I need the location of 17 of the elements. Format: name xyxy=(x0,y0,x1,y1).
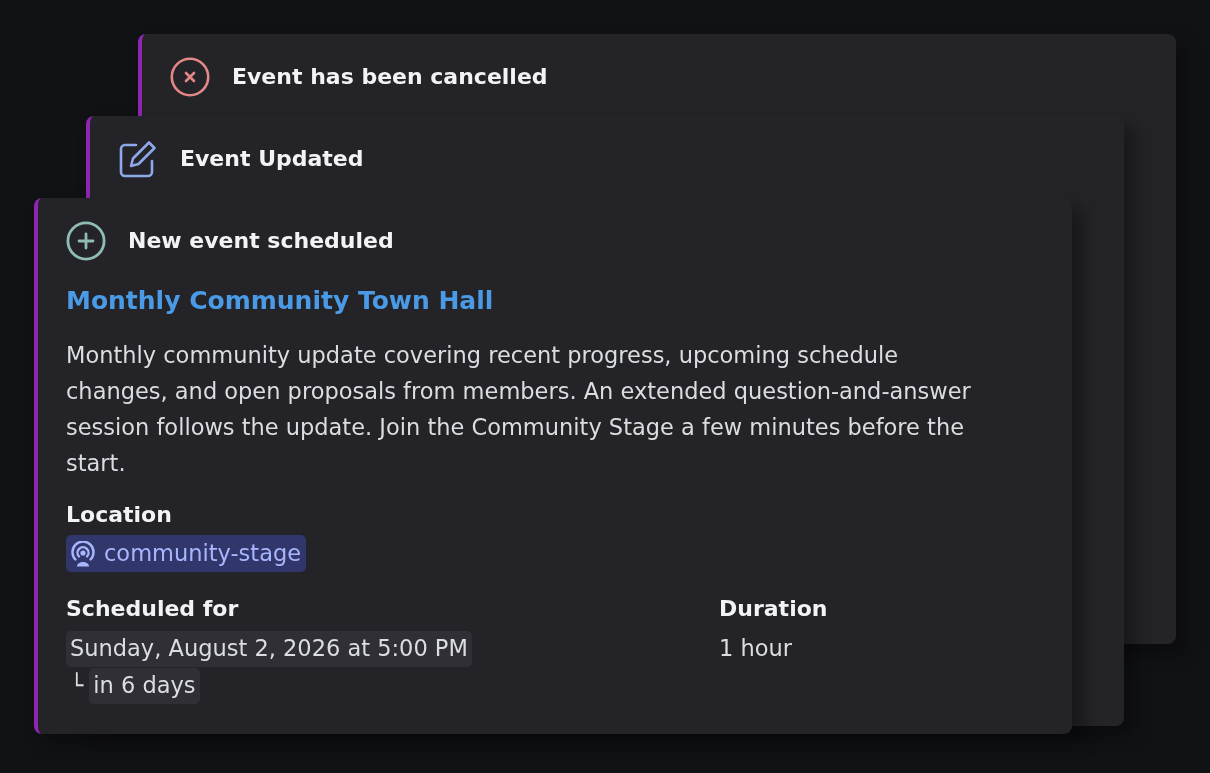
duration-label: Duration xyxy=(719,595,828,623)
channel-mention-link[interactable]: community-stage xyxy=(66,535,307,572)
location-label: Location xyxy=(66,501,172,529)
stage-channel-icon xyxy=(70,540,96,567)
plus-circle-icon xyxy=(66,221,106,261)
scheduled-label: Scheduled for xyxy=(66,595,239,623)
pencil-square-icon xyxy=(119,140,157,178)
event-title-link[interactable]: Monthly Community Town Hall xyxy=(66,283,494,319)
relative-time-chip: in 6 days xyxy=(89,668,200,704)
branch-glyph: └ xyxy=(70,672,84,700)
card-heading: Event has been cancelled xyxy=(232,63,548,91)
card-heading: Event Updated xyxy=(180,145,364,173)
cancel-circle-icon xyxy=(170,57,210,97)
timestamp-chip: Sunday, August 2, 2026 at 5:00 PM xyxy=(66,631,472,667)
duration-value: 1 hour xyxy=(719,634,792,664)
event-description: Monthly community update covering recent progress, upcoming schedule changes, and open proposals from members. An extended question-and-answer session follows the update. Join the Community Stage a few minutes before the start. xyxy=(66,341,972,478)
card-heading: New event scheduled xyxy=(128,227,394,255)
